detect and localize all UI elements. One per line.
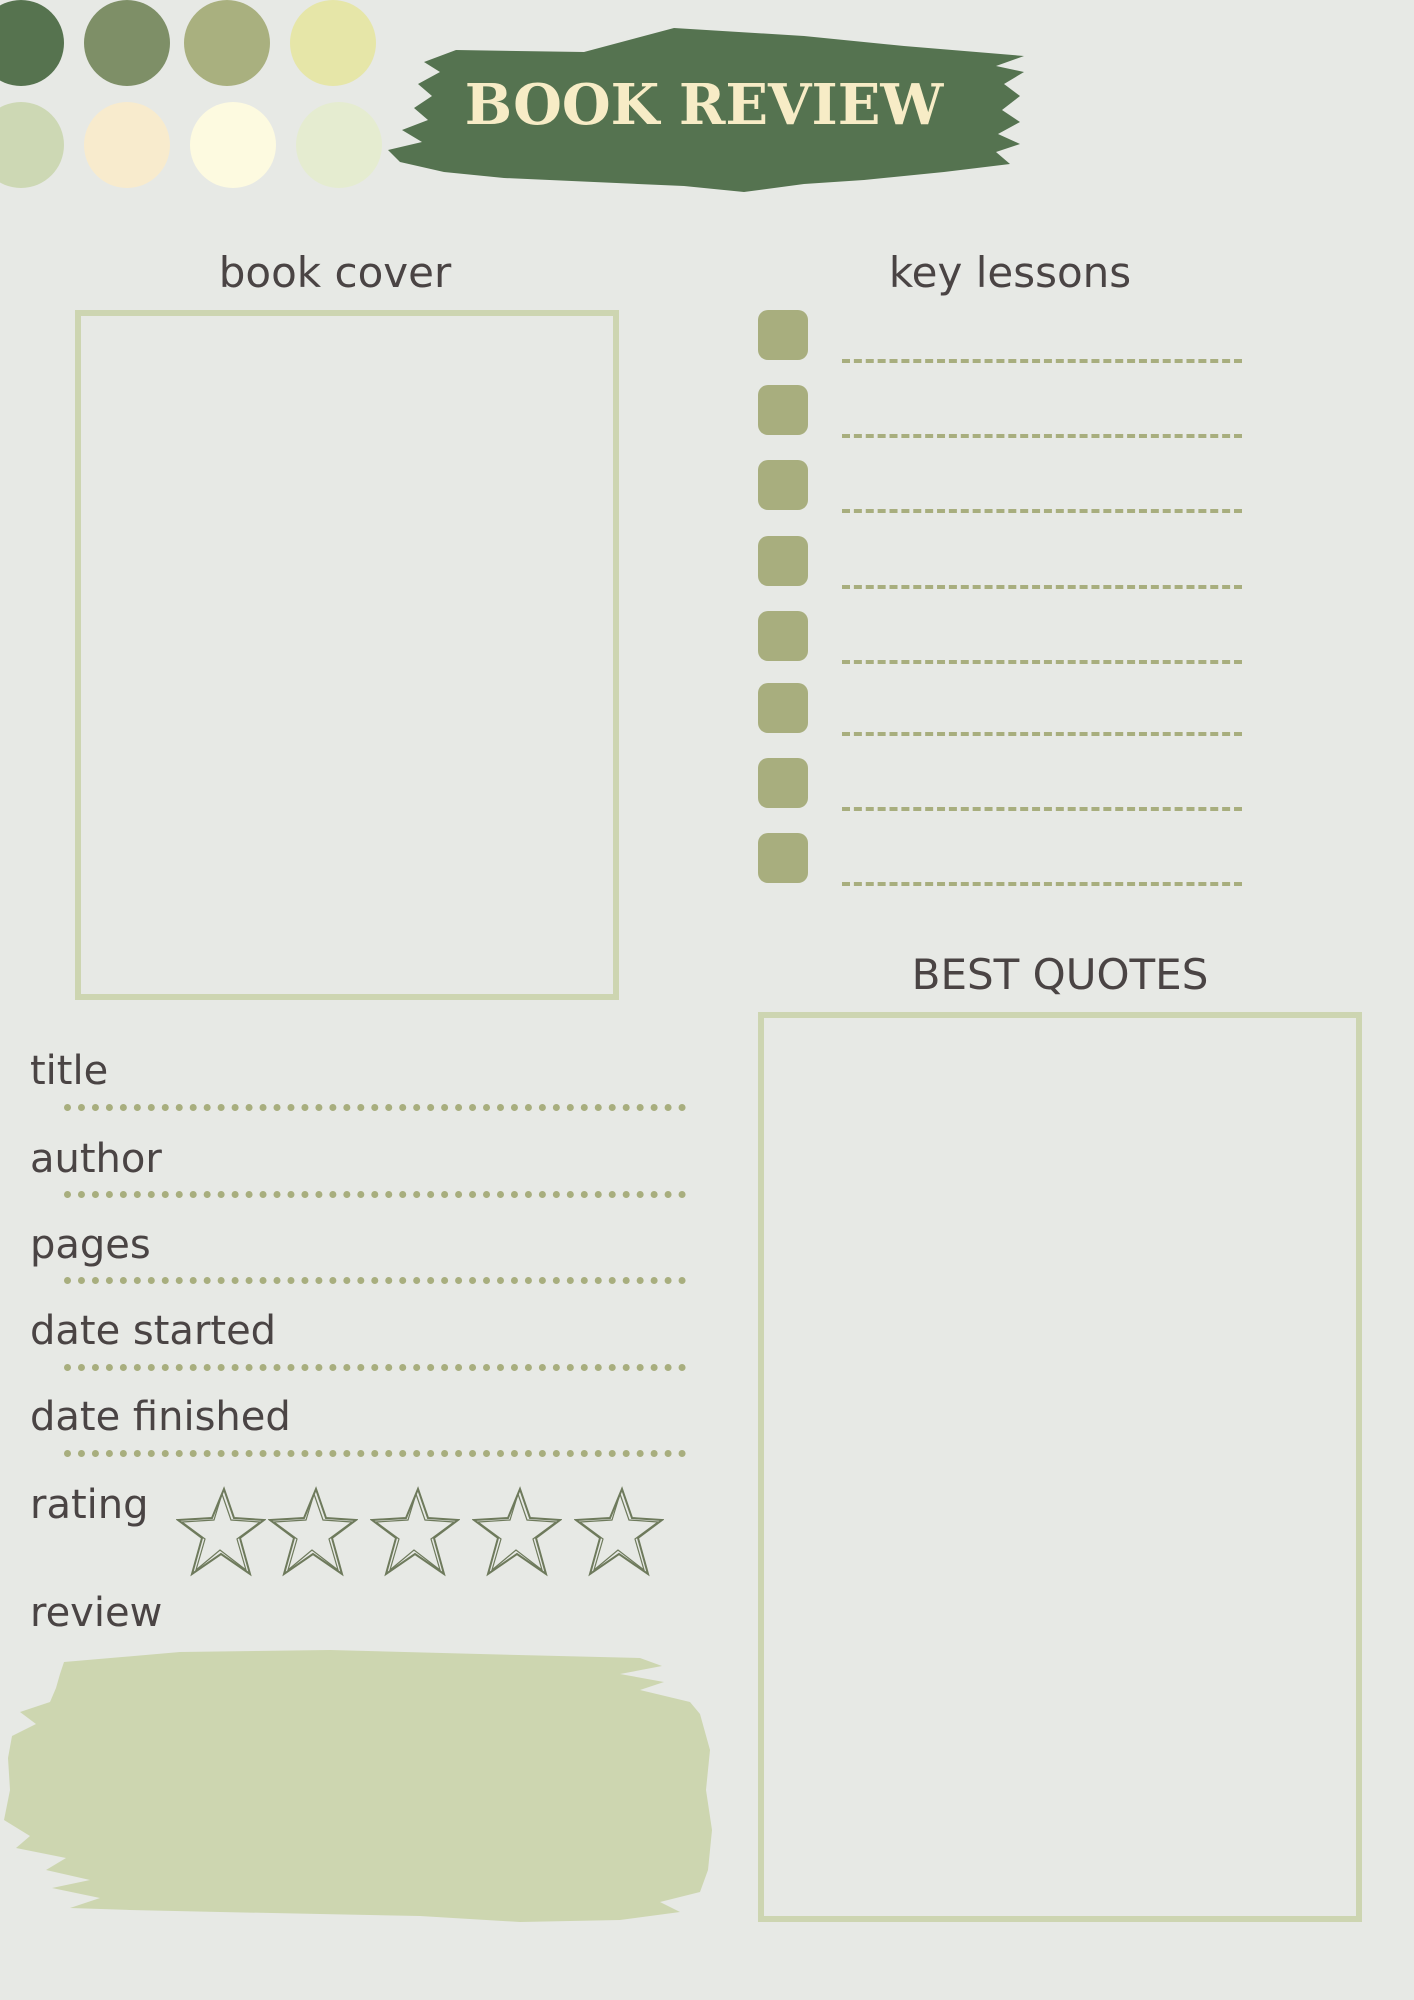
best-quotes-heading: BEST QUOTES xyxy=(911,950,1209,999)
rating-label: rating xyxy=(30,1482,149,1528)
lesson-line-3[interactable] xyxy=(842,509,1242,513)
author-field[interactable] xyxy=(64,1191,686,1198)
lesson-checkbox-3[interactable] xyxy=(758,460,808,510)
star-icon[interactable] xyxy=(267,1486,359,1578)
review-area[interactable] xyxy=(0,1630,720,1934)
brush-stroke-review xyxy=(4,1650,712,1922)
swatch-1 xyxy=(0,0,64,86)
lesson-checkbox-2[interactable] xyxy=(758,385,808,435)
book-cover-heading: book cover xyxy=(218,248,452,297)
swatch-7 xyxy=(190,102,276,188)
title-field[interactable] xyxy=(64,1104,686,1111)
date-finished-label: date finished xyxy=(30,1394,291,1440)
lesson-line-1[interactable] xyxy=(842,359,1242,363)
best-quotes-frame[interactable] xyxy=(758,1012,1362,1922)
swatch-8 xyxy=(296,102,382,188)
star-icon[interactable] xyxy=(573,1486,665,1578)
lesson-checkbox-5[interactable] xyxy=(758,611,808,661)
star-icon[interactable] xyxy=(471,1486,563,1578)
swatch-5 xyxy=(0,102,64,188)
date-finished-field[interactable] xyxy=(64,1450,686,1457)
star-icon[interactable] xyxy=(175,1486,267,1578)
lesson-line-4[interactable] xyxy=(842,585,1242,589)
lesson-checkbox-7[interactable] xyxy=(758,758,808,808)
lesson-line-6[interactable] xyxy=(842,732,1242,736)
star-icon[interactable] xyxy=(369,1486,461,1578)
swatch-4 xyxy=(290,0,376,86)
swatch-2 xyxy=(84,0,170,86)
swatch-3 xyxy=(184,0,270,86)
lesson-line-2[interactable] xyxy=(842,434,1242,438)
lesson-line-7[interactable] xyxy=(842,807,1242,811)
lesson-line-8[interactable] xyxy=(842,882,1242,886)
title-banner: BOOK REVIEW xyxy=(384,22,1024,198)
page-title: BOOK REVIEW xyxy=(464,72,944,138)
swatch-6 xyxy=(84,102,170,188)
book-cover-frame[interactable] xyxy=(75,310,619,1000)
pages-label: pages xyxy=(30,1222,151,1268)
key-lessons-heading: key lessons xyxy=(888,248,1132,297)
date-started-field[interactable] xyxy=(64,1364,686,1371)
author-label: author xyxy=(30,1136,162,1182)
lesson-checkbox-4[interactable] xyxy=(758,536,808,586)
lesson-checkbox-8[interactable] xyxy=(758,833,808,883)
pages-field[interactable] xyxy=(64,1277,686,1284)
rating-stars[interactable] xyxy=(175,1486,676,1578)
title-label: title xyxy=(30,1048,109,1094)
lesson-line-5[interactable] xyxy=(842,660,1242,664)
lesson-checkbox-6[interactable] xyxy=(758,683,808,733)
date-started-label: date started xyxy=(30,1308,277,1354)
lesson-checkbox-1[interactable] xyxy=(758,310,808,360)
